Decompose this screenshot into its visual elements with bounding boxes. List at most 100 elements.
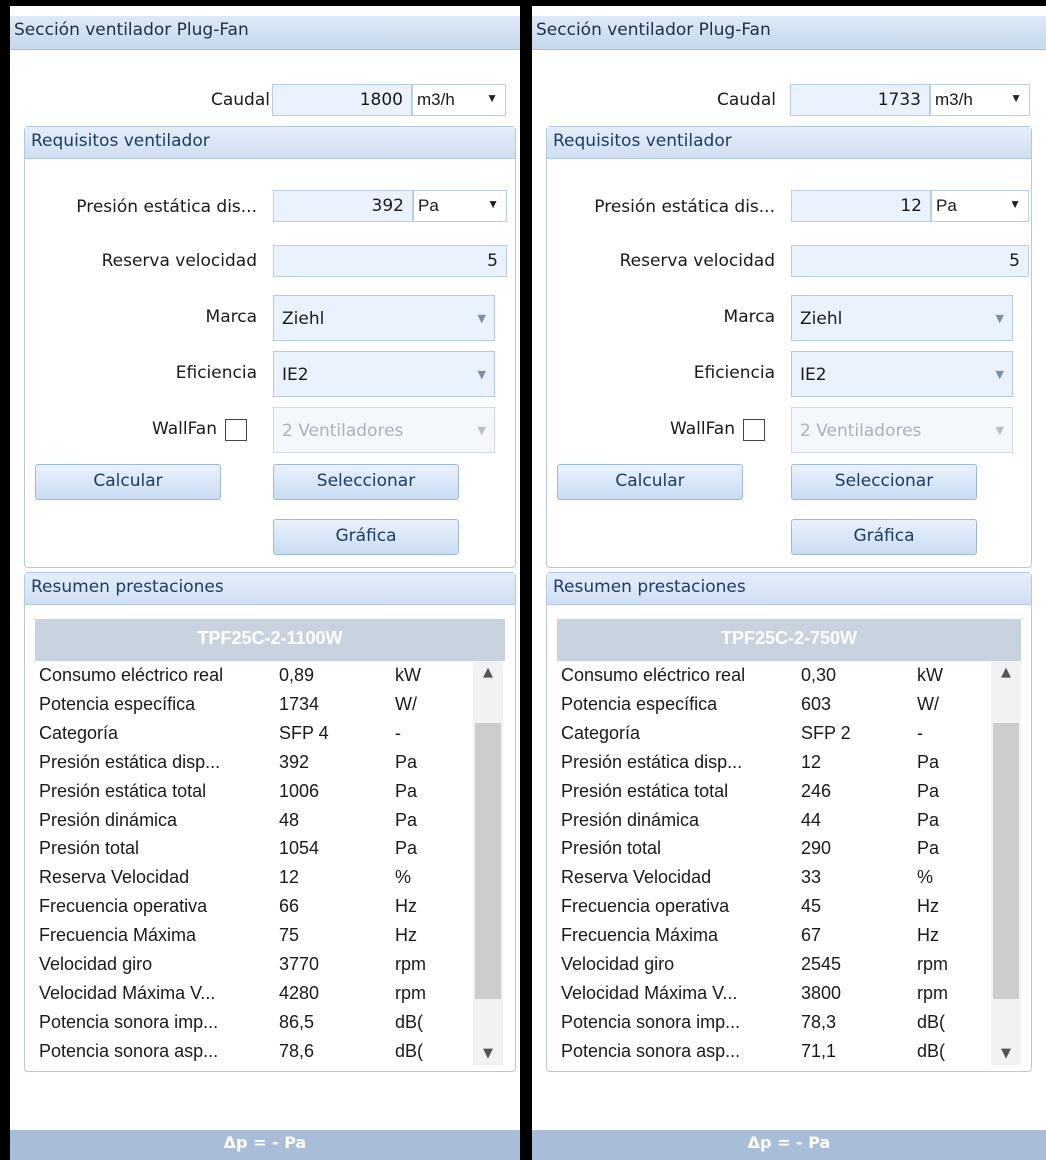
summary-row-unit: kW (395, 665, 421, 685)
summary-row-unit: rpm (917, 954, 948, 974)
summary-row-unit: rpm (917, 982, 948, 1003)
seleccionar-button[interactable]: Seleccionar (791, 464, 977, 500)
summary-row-label: Potencia específica (39, 693, 196, 714)
scroll-thumb[interactable] (993, 723, 1019, 999)
grafica-button[interactable]: Gráfica (273, 519, 459, 555)
presion-unit-select[interactable]: Pa ▼ (931, 190, 1029, 222)
summary-row-value: 66 (279, 896, 300, 917)
summary-row: Potencia específica 603 W/ (561, 694, 991, 724)
summary-row-value: 44 (801, 809, 822, 830)
resumen-title: Resumen prestaciones (25, 573, 515, 605)
caudal-input[interactable]: 1800 (272, 84, 412, 116)
summary-row-unit: % (917, 867, 934, 888)
summary-row-value: 1054 (279, 838, 320, 859)
summary-scrollbar[interactable]: ▲ ▼ (473, 661, 503, 1065)
summary-row-label: Categoría (39, 722, 119, 743)
summary-row: Frecuencia Máxima 67 Hz (561, 925, 991, 955)
summary-row-label: Presión dinámica (39, 809, 178, 830)
wallfan-checkbox[interactable] (743, 419, 765, 441)
chevron-down-icon: ▼ (477, 424, 486, 437)
panel-header: Sección ventilador Plug-Fan (10, 16, 520, 50)
summary-row-label: Velocidad giro (561, 954, 675, 974)
marca-select[interactable]: Ziehl ▼ (273, 295, 495, 341)
summary-row-unit: Hz (917, 896, 939, 917)
resumen-title: Resumen prestaciones (547, 573, 1031, 605)
scroll-up-arrow-icon[interactable]: ▲ (991, 665, 1021, 680)
presion-unit-value: Pa (418, 196, 439, 215)
summary-row-unit: dB( (917, 1011, 946, 1032)
chevron-down-icon: ▼ (1009, 197, 1021, 211)
summary-row-label: Potencia sonora asp... (561, 1040, 741, 1061)
caudal-unit-select[interactable]: m3/h ▼ (412, 84, 506, 116)
summary-row-unit: kW (917, 665, 943, 685)
summary-scrollbar[interactable]: ▲ ▼ (991, 661, 1021, 1065)
summary-row: Presión total 1054 Pa (39, 838, 469, 868)
eficiencia-select[interactable]: IE2 ▼ (791, 351, 1013, 397)
presion-unit-select[interactable]: Pa ▼ (413, 190, 507, 222)
marca-select[interactable]: Ziehl ▼ (791, 295, 1013, 341)
marca-label: Marca (205, 307, 257, 327)
scroll-thumb[interactable] (475, 723, 501, 999)
summary-row: Velocidad Máxima V... 3800 rpm (561, 983, 991, 1013)
grafica-button[interactable]: Gráfica (791, 519, 977, 555)
summary-row-value: 1734 (279, 693, 320, 714)
footer-delta-p: Δp = - Pa (532, 1130, 1046, 1160)
wallfan-checkbox[interactable] (225, 419, 247, 441)
presion-input[interactable]: 12 (791, 190, 931, 222)
summary-row-label: Potencia sonora imp... (39, 1011, 219, 1032)
summary-row-label: Velocidad Máxima V... (561, 982, 738, 1003)
summary-row-unit: Pa (395, 838, 418, 859)
summary-row-label: Presión dinámica (561, 809, 700, 830)
chevron-down-icon: ▼ (487, 197, 499, 211)
summary-row-value: 2545 (801, 954, 842, 974)
summary-row-value: 12 (279, 867, 300, 888)
scroll-down-arrow-icon[interactable]: ▼ (991, 1046, 1021, 1061)
calcular-button[interactable]: Calcular (557, 464, 743, 500)
summary-row-unit: % (395, 867, 412, 888)
panel-header: Sección ventilador Plug-Fan (532, 16, 1046, 50)
summary-row-value: 246 (801, 780, 832, 801)
requisitos-group: Requisitos ventilador Presión estática d… (24, 126, 516, 568)
eficiencia-value: IE2 (800, 365, 827, 385)
summary-row: Potencia específica 1734 W/ (39, 694, 469, 724)
summary-row-unit: dB( (395, 1011, 424, 1032)
reserva-label: Reserva velocidad (619, 251, 775, 271)
ventiladores-value: 2 Ventiladores (800, 421, 922, 441)
eficiencia-label: Eficiencia (175, 363, 257, 383)
ventiladores-select: 2 Ventiladores ▼ (273, 407, 495, 453)
presion-label: Presión estática dis... (594, 197, 775, 217)
caudal-unit-select[interactable]: m3/h ▼ (930, 84, 1030, 116)
calcular-button[interactable]: Calcular (35, 464, 221, 500)
seleccionar-button[interactable]: Seleccionar (273, 464, 459, 500)
summary-row: Velocidad giro 2545 rpm (561, 954, 991, 984)
summary-row-label: Reserva Velocidad (561, 867, 712, 888)
marca-value: Ziehl (282, 309, 325, 329)
left-window-border (0, 0, 10, 1160)
reserva-input[interactable]: 5 (791, 245, 1029, 277)
summary-row: Presión estática total 1006 Pa (39, 781, 469, 811)
summary-row-label: Frecuencia operativa (39, 896, 208, 917)
summary-row-label: Reserva Velocidad (39, 867, 190, 888)
caudal-unit-value: m3/h (935, 90, 973, 109)
scroll-up-arrow-icon[interactable]: ▲ (473, 665, 503, 680)
presion-input[interactable]: 392 (273, 190, 413, 222)
summary-row-value: 78,6 (279, 1040, 315, 1061)
summary-row: Presión dinámica 48 Pa (39, 810, 469, 840)
summary-row-unit: rpm (395, 982, 426, 1003)
reserva-input[interactable]: 5 (273, 245, 507, 277)
summary-row-label: Potencia específica (561, 693, 718, 714)
caudal-input[interactable]: 1733 (790, 84, 930, 116)
summary-row-label: Presión estática total (561, 780, 729, 801)
summary-row-unit: Hz (917, 925, 939, 946)
requisitos-title: Requisitos ventilador (25, 127, 515, 159)
chevron-down-icon: ▼ (1010, 91, 1022, 105)
summary-row: Categoría SFP 2 - (561, 723, 991, 753)
eficiencia-select[interactable]: IE2 ▼ (273, 351, 495, 397)
footer-delta-p: Δp = - Pa (10, 1130, 520, 1160)
scroll-down-arrow-icon[interactable]: ▼ (473, 1046, 503, 1061)
summary-row-unit: Hz (395, 896, 417, 917)
requisitos-title: Requisitos ventilador (547, 127, 1031, 159)
chevron-down-icon: ▼ (477, 312, 486, 325)
summary-row: Potencia sonora asp... 78,6 dB( (39, 1041, 469, 1071)
fan-section-panel-left: Sección ventilador Plug-Fan Caudal 1800 … (10, 6, 520, 1160)
